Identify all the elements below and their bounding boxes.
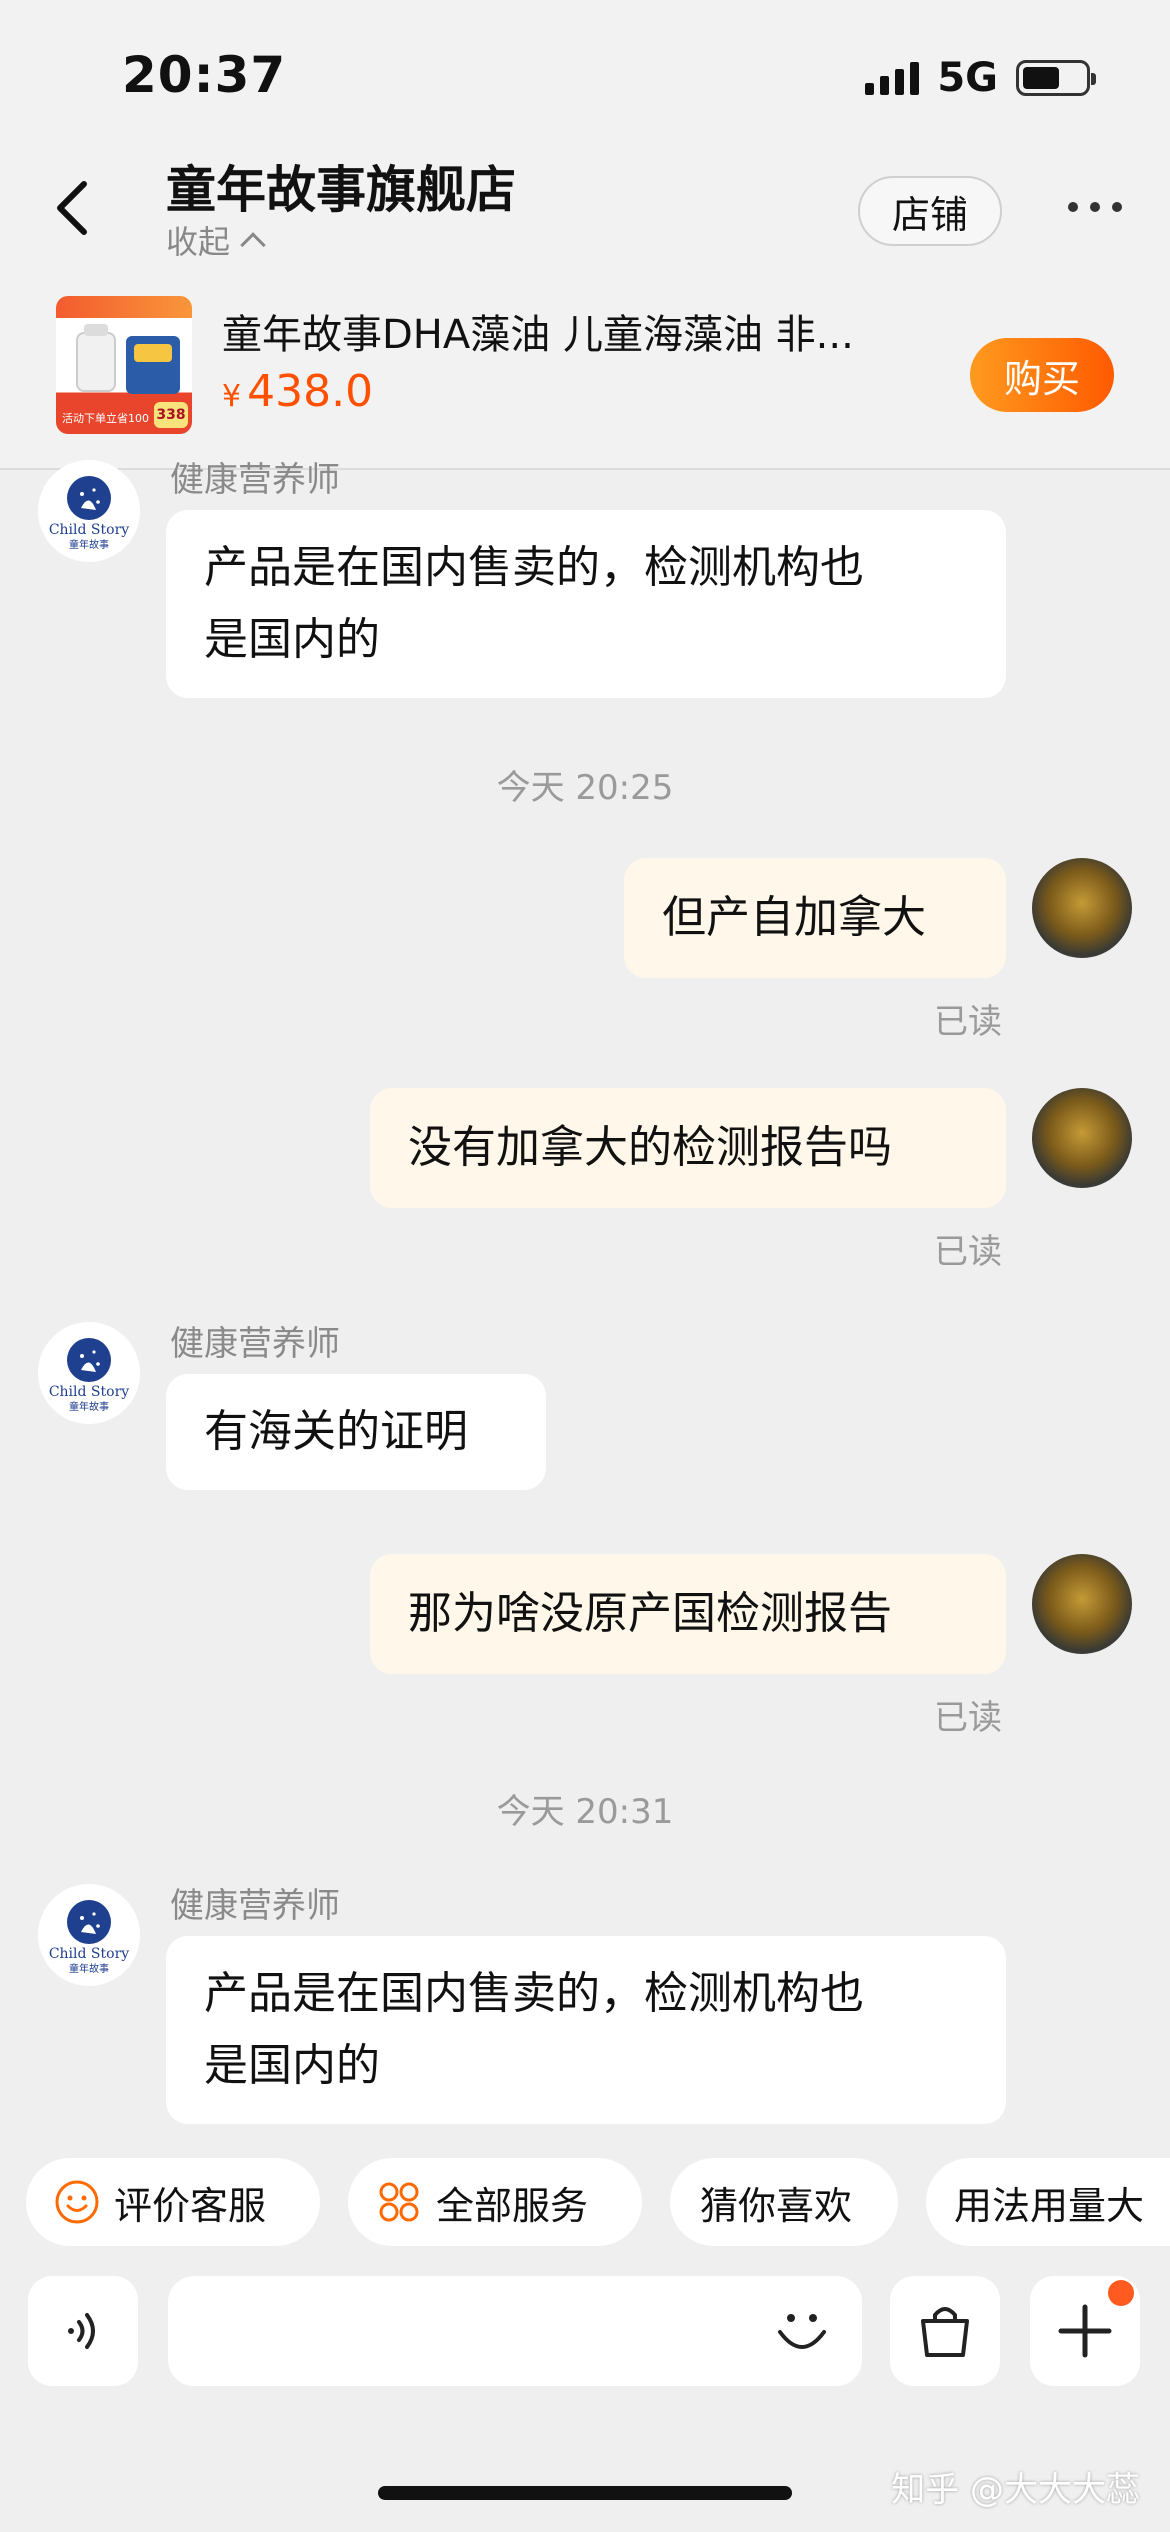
more-options-button[interactable] <box>1068 202 1122 212</box>
buy-button[interactable]: 购买 <box>970 338 1114 412</box>
svg-text:Child Story: Child Story <box>49 1946 129 1962</box>
read-receipt: 已读 <box>934 1002 1002 1042</box>
collapse-toggle[interactable]: 收起 <box>166 217 266 263</box>
more-icon <box>1068 202 1078 212</box>
status-icons: 5G <box>865 55 1096 101</box>
quick-action-recommend[interactable]: 猜你喜欢 <box>670 2158 898 2246</box>
shopping-bag-button[interactable] <box>890 2276 1000 2386</box>
child-story-logo: Child Story 童年故事 <box>38 1322 140 1424</box>
store-avatar[interactable]: Child Story 童年故事 <box>38 460 140 562</box>
child-story-logo: Child Story 童年故事 <box>38 460 140 562</box>
read-receipt: 已读 <box>934 1698 1002 1738</box>
battery-icon <box>1016 60 1096 96</box>
grid-icon <box>379 2182 419 2222</box>
add-more-button[interactable] <box>1030 2276 1140 2386</box>
message-bubble-incoming[interactable]: 有海关的证明 <box>166 1374 546 1490</box>
user-avatar[interactable] <box>1032 858 1132 958</box>
sender-name: 健康营养师 <box>170 460 340 500</box>
user-avatar[interactable] <box>1032 1088 1132 1188</box>
notification-dot <box>1108 2280 1134 2306</box>
chevron-left-icon <box>57 181 87 235</box>
message-bubble-incoming[interactable]: 产品是在国内售卖的，检测机构也 是国内的 <box>166 1936 1006 2124</box>
user-avatar[interactable] <box>1032 1554 1132 1654</box>
collapse-label: 收起 <box>166 223 231 261</box>
home-indicator[interactable] <box>378 2486 792 2500</box>
chat-timestamp: 今天 20:31 <box>496 1792 674 1832</box>
chevron-up-icon <box>240 232 266 258</box>
read-receipt: 已读 <box>934 1232 1002 1272</box>
store-avatar[interactable]: Child Story 童年故事 <box>38 1884 140 1986</box>
message-line: 有海关的证明 <box>204 1406 468 1457</box>
quick-action-all-services[interactable]: 全部服务 <box>348 2158 642 2246</box>
message-bubble-incoming[interactable]: 产品是在国内售卖的，检测机构也 是国内的 <box>166 510 1006 698</box>
product-image-caption: 活动下单立省100 <box>62 412 149 425</box>
quick-action-dosage[interactable]: 用法用量大 <box>926 2158 1170 2246</box>
product-price: ¥ 438.0 <box>222 366 373 417</box>
message-bubble-outgoing[interactable]: 没有加拿大的检测报告吗 <box>370 1088 1006 1208</box>
voice-button[interactable] <box>28 2276 138 2386</box>
svg-text:Child Story: Child Story <box>49 1384 129 1400</box>
status-time: 20:37 <box>122 46 287 104</box>
product-name[interactable]: 童年故事DHA藻油 儿童海藻油 非... <box>222 302 912 360</box>
svg-text:Child Story: Child Story <box>49 522 129 538</box>
store-avatar[interactable]: Child Story 童年故事 <box>38 1322 140 1424</box>
shop-button[interactable]: 店铺 <box>858 176 1002 246</box>
product-thumbnail[interactable]: 338 活动下单立省100 <box>56 296 192 434</box>
quick-action-rate-service[interactable]: 评价客服 <box>26 2158 320 2246</box>
back-button[interactable] <box>52 178 92 238</box>
chat-timestamp: 今天 20:25 <box>496 768 674 808</box>
message-line: 是国内的 <box>204 614 380 665</box>
quick-action-label: 全部服务 <box>436 2183 589 2228</box>
message-line: 是国内的 <box>204 2040 380 2091</box>
quick-action-label: 评价客服 <box>114 2183 267 2228</box>
product-image-badge: 338 <box>154 402 188 428</box>
page-title: 童年故事旗舰店 <box>166 161 516 219</box>
message-bubble-outgoing[interactable]: 那为啥没原产国检测报告 <box>370 1554 1006 1674</box>
currency-symbol: ¥ <box>222 379 242 414</box>
voice-icon <box>68 2313 95 2349</box>
watermark: 知乎 @大大大蕊 <box>891 2470 1140 2510</box>
quick-action-label: 猜你喜欢 <box>700 2183 853 2228</box>
message-input[interactable] <box>168 2276 862 2386</box>
message-line: 产品是在国内售卖的，检测机构也 <box>204 542 864 593</box>
price-value: 438.0 <box>247 366 374 417</box>
plus-icon <box>1058 2304 1112 2358</box>
message-bubble-outgoing[interactable]: 但产自加拿大 <box>624 858 1006 978</box>
network-label: 5G <box>937 55 998 101</box>
svg-text:童年故事: 童年故事 <box>69 1962 109 1975</box>
sender-name: 健康营养师 <box>170 1324 340 1364</box>
emoji-icon[interactable] <box>772 2302 832 2362</box>
svg-text:童年故事: 童年故事 <box>69 1400 109 1413</box>
svg-text:童年故事: 童年故事 <box>69 538 109 551</box>
quick-action-label: 用法用量大 <box>954 2183 1145 2228</box>
child-story-logo: Child Story 童年故事 <box>38 1884 140 1986</box>
shopping-bag-icon <box>921 2307 969 2357</box>
signal-icon <box>865 61 920 95</box>
message-line: 产品是在国内售卖的，检测机构也 <box>204 1968 864 2019</box>
sender-name: 健康营养师 <box>170 1886 340 1926</box>
smiley-icon <box>55 2180 99 2224</box>
